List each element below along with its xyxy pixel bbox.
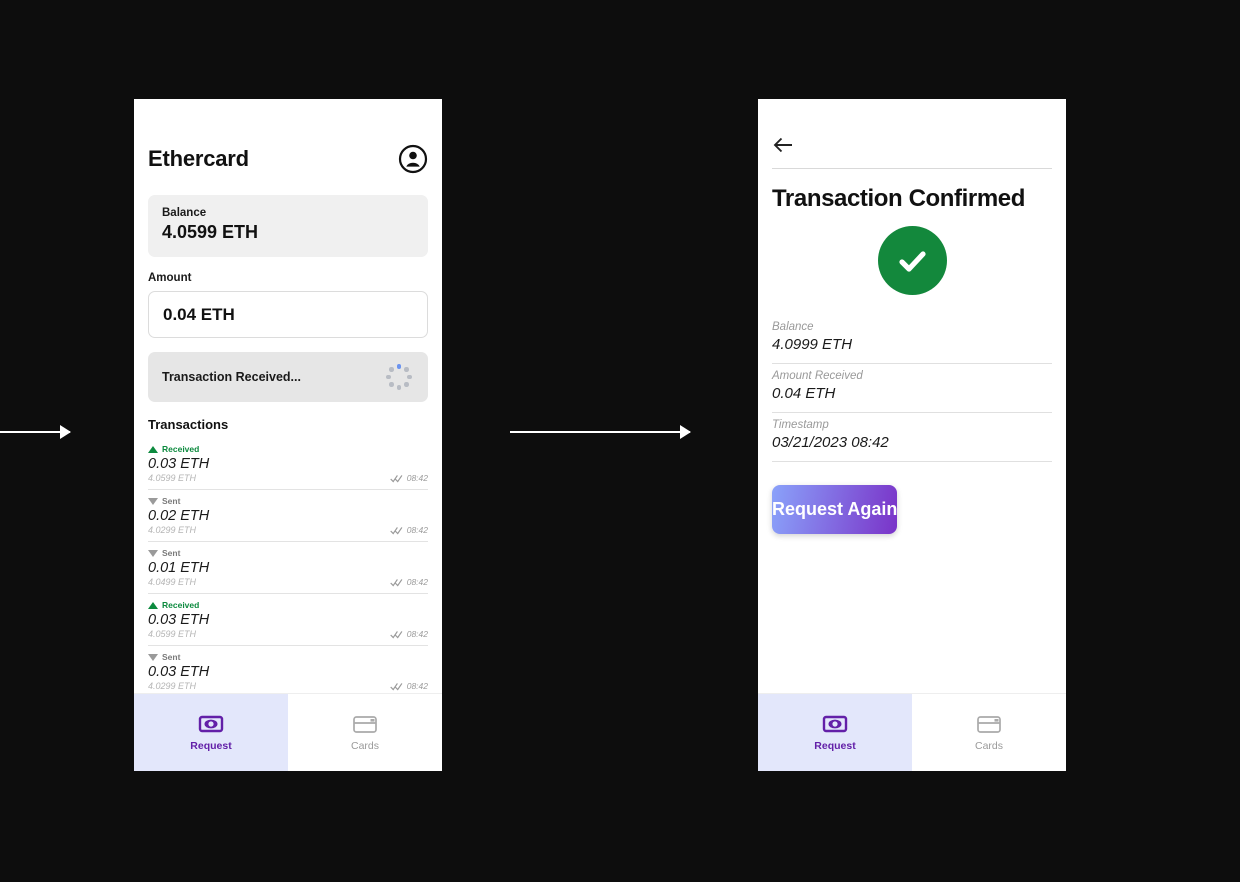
page-title: Transaction Confirmed (772, 185, 1025, 212)
double-check-icon (389, 526, 403, 535)
triangle-down-icon (148, 653, 158, 661)
transaction-details: Balance 4.0999 ETH Amount Received 0.04 ETH… (772, 315, 1052, 462)
transaction-amount: 0.03 ETH (148, 612, 210, 628)
bottom-nav-right: Request Cards (758, 693, 1066, 771)
transaction-running-balance: 4.0599 ETH (148, 473, 197, 483)
transaction-received-text: Transaction Received... (162, 370, 301, 384)
left-screen-body: Ethercard Balance 4.0599 ETH Amount 0.04… (134, 99, 442, 693)
transaction-type-label: Sent (162, 496, 181, 506)
double-check-icon (389, 474, 403, 483)
phone-screen-request: Ethercard Balance 4.0599 ETH Amount 0.04… (134, 99, 442, 771)
nav-label-request: Request (190, 739, 232, 752)
table-row[interactable]: Received 0.03 ETH 4.0599 ETH 08:42 (148, 594, 428, 646)
detail-row: Amount Received 0.04 ETH (772, 364, 1052, 413)
nav-item-request[interactable]: Request (134, 694, 288, 771)
amount-input[interactable]: 0.04 ETH (148, 291, 428, 338)
money-request-icon (198, 715, 224, 732)
transaction-type-label: Sent (162, 548, 181, 558)
back-bar (758, 99, 1066, 155)
transaction-amount: 0.02 ETH (148, 508, 210, 524)
double-check-icon (389, 630, 403, 639)
transaction-type: Received (148, 443, 428, 455)
amount-label: Amount (148, 272, 192, 284)
balance-value: 4.0599 ETH (162, 222, 259, 242)
transaction-time: 08:42 (406, 681, 428, 691)
transaction-meta: 08:42 (389, 681, 428, 691)
nav-label-request: Request (814, 739, 856, 752)
loading-spinner-icon (384, 362, 414, 392)
request-again-button[interactable]: Request Again (772, 485, 898, 534)
transaction-type-label: Sent (162, 652, 181, 662)
detail-value: 03/21/2023 08:42 (772, 434, 889, 451)
back-arrow-icon[interactable] (772, 135, 794, 155)
transaction-time: 08:42 (406, 473, 428, 483)
triangle-up-icon (148, 445, 158, 453)
flow-arrow-incoming (0, 431, 70, 433)
table-row[interactable]: Received 0.03 ETH 4.0599 ETH 08:42 (148, 438, 428, 490)
detail-row: Balance 4.0999 ETH (772, 315, 1052, 364)
transaction-running-balance: 4.0499 ETH (148, 577, 197, 587)
right-screen-body: Transaction Confirmed Balance 4.0999 ETH A… (758, 99, 1066, 693)
transaction-running-balance: 4.0299 ETH (148, 525, 197, 535)
detail-label: Amount Received (772, 370, 863, 382)
transaction-amount: 0.01 ETH (148, 560, 210, 576)
transaction-amount: 0.03 ETH (148, 664, 210, 680)
account-circle-icon[interactable] (398, 144, 428, 174)
success-check-icon (877, 226, 947, 295)
transactions-heading: Transactions (148, 417, 229, 432)
transaction-time: 08:42 (406, 629, 428, 639)
detail-value: 4.0999 ETH (772, 336, 853, 353)
transaction-received-banner: Transaction Received... (148, 352, 428, 402)
transaction-time: 08:42 (406, 577, 428, 587)
phone-screen-confirmation: Transaction Confirmed Balance 4.0999 ETH A… (758, 99, 1066, 771)
detail-label: Balance (772, 321, 814, 333)
app-title: Ethercard (148, 146, 249, 171)
credit-card-icon (353, 715, 377, 733)
nav-item-cards[interactable]: Cards (288, 694, 442, 771)
detail-row: Timestamp 03/21/2023 08:42 (772, 413, 1052, 462)
transaction-type-label: Received (162, 444, 200, 454)
transaction-running-balance: 4.0299 ETH (148, 681, 197, 691)
transaction-running-balance: 4.0599 ETH (148, 629, 197, 639)
transaction-type: Sent (148, 495, 428, 507)
detail-value: 0.04 ETH (772, 385, 836, 402)
transaction-meta: 08:42 (389, 525, 428, 535)
header-divider (772, 168, 1052, 169)
nav-item-cards[interactable]: Cards (912, 694, 1066, 771)
transaction-type-label: Received (162, 600, 200, 610)
table-row[interactable]: Sent 0.03 ETH 4.0299 ETH 08:42 (148, 646, 428, 693)
triangle-down-icon (148, 497, 158, 505)
nav-label-cards: Cards (974, 739, 1003, 752)
transaction-type: Received (148, 599, 428, 611)
double-check-icon (389, 578, 403, 587)
balance-label: Balance (162, 207, 207, 219)
table-row[interactable]: Sent 0.02 ETH 4.0299 ETH 08:42 (148, 490, 428, 542)
screen-canvas: Ethercard Balance 4.0599 ETH Amount 0.04… (0, 0, 1240, 882)
success-status (758, 226, 1066, 295)
bottom-nav-left: Request Cards (134, 693, 442, 771)
transaction-amount: 0.03 ETH (148, 456, 210, 472)
transaction-meta: 08:42 (389, 577, 428, 587)
transaction-type: Sent (148, 547, 428, 559)
detail-label: Timestamp (772, 419, 829, 431)
transaction-meta: 08:42 (389, 473, 428, 483)
money-request-icon (822, 715, 848, 732)
double-check-icon (389, 682, 403, 691)
transaction-time: 08:42 (406, 525, 428, 535)
credit-card-icon (977, 715, 1001, 733)
triangle-down-icon (148, 549, 158, 557)
triangle-up-icon (148, 601, 158, 609)
balance-card: Balance 4.0599 ETH (148, 195, 428, 257)
table-row[interactable]: Sent 0.01 ETH 4.0499 ETH 08:42 (148, 542, 428, 594)
transaction-type: Sent (148, 651, 428, 663)
nav-item-request[interactable]: Request (758, 694, 912, 771)
transactions-list: Received 0.03 ETH 4.0599 ETH 08:42 Sent 0.02 … (134, 438, 442, 693)
nav-label-cards: Cards (350, 739, 379, 752)
transaction-meta: 08:42 (389, 629, 428, 639)
flow-arrow-between-screens (510, 431, 690, 433)
app-header: Ethercard (134, 99, 442, 174)
